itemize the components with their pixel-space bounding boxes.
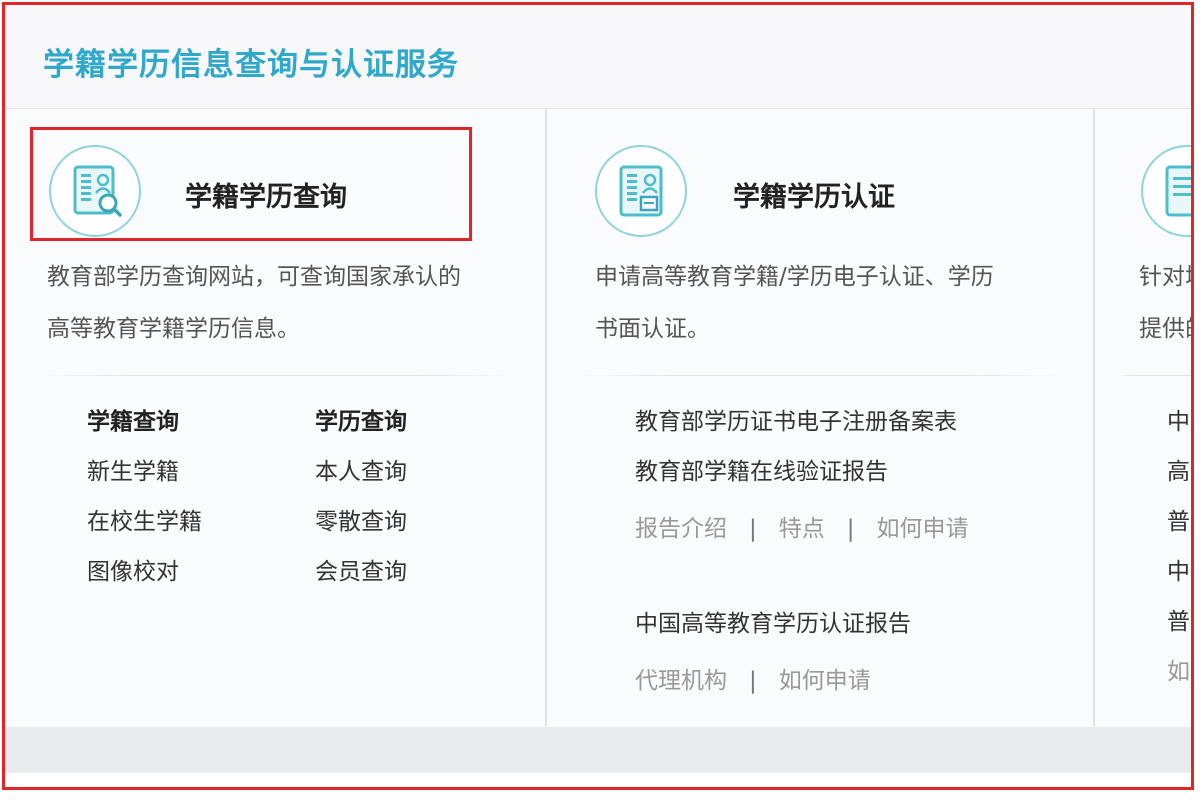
- link-single-query[interactable]: 零散查询: [315, 497, 407, 547]
- degree-query-links: 学历查询 本人查询 零散查询 会员查询: [315, 397, 407, 597]
- document-icon[interactable]: [1141, 145, 1191, 237]
- divider: [35, 375, 515, 376]
- bottom-strip: [5, 773, 1191, 787]
- link-agencies[interactable]: 代理机构: [635, 668, 727, 694]
- card-certify: 学籍学历认证 申请高等教育学籍/学历电子认证、学历 书面认证。 教育部学历证书电…: [547, 109, 1095, 729]
- link-self-query[interactable]: 本人查询: [315, 447, 407, 497]
- partial-link[interactable]: 高等: [1167, 447, 1191, 497]
- partial-link[interactable]: 普通: [1167, 497, 1191, 547]
- link-enrolled-student[interactable]: 在校生学籍: [87, 497, 202, 547]
- card-description: 教育部学历查询网站，可查询国家承认的 高等教育学籍学历信息。: [47, 251, 461, 355]
- card-partial: 针对境 提供的 中等 高等 普通 中等 普通 如何: [1095, 109, 1191, 729]
- desc-line: 书面认证。: [595, 316, 710, 342]
- separator: |: [749, 668, 757, 694]
- footer-band: [5, 727, 1191, 773]
- partial-link[interactable]: 普通: [1167, 597, 1191, 647]
- divider: [575, 375, 1065, 376]
- panel-header: 学籍学历信息查询与认证服务: [5, 5, 1191, 109]
- link-member-query[interactable]: 会员查询: [315, 547, 407, 597]
- desc-line: 申请高等教育学籍/学历电子认证、学历: [595, 264, 994, 290]
- link-registration-form[interactable]: 教育部学历证书电子注册备案表: [635, 397, 957, 447]
- divider: [1115, 375, 1191, 376]
- separator: |: [846, 516, 855, 542]
- card-query: 学籍学历查询 教育部学历查询网站，可查询国家承认的 高等教育学籍学历信息。 学籍…: [5, 109, 547, 729]
- id-card-search-icon[interactable]: [49, 145, 141, 237]
- desc-line: 教育部学历查询网站，可查询国家承认的: [47, 264, 461, 290]
- partial-links: 中等 高等 普通 中等 普通 如何: [1167, 397, 1191, 697]
- list-header-degree: 学历查询: [315, 409, 407, 435]
- partial-link[interactable]: 如何: [1167, 647, 1191, 697]
- link-image-check[interactable]: 图像校对: [87, 547, 202, 597]
- card-description: 申请高等教育学籍/学历电子认证、学历 书面认证。: [595, 251, 994, 355]
- agency-sub-links: 代理机构 | 如何申请: [635, 661, 871, 695]
- link-online-report[interactable]: 教育部学籍在线验证报告: [635, 447, 957, 497]
- link-features[interactable]: 特点: [779, 516, 825, 542]
- separator: |: [749, 516, 757, 542]
- certificate-links: 教育部学历证书电子注册备案表 教育部学籍在线验证报告: [635, 397, 957, 497]
- partial-link[interactable]: 中等: [1167, 547, 1191, 597]
- desc-line: 针对境: [1139, 264, 1191, 290]
- link-report-intro[interactable]: 报告介绍: [635, 516, 727, 542]
- student-status-links: 学籍查询 新生学籍 在校生学籍 图像校对: [87, 397, 202, 597]
- link-degree-report[interactable]: 中国高等教育学历认证报告: [635, 599, 911, 649]
- id-card-certificate-icon[interactable]: [595, 145, 687, 237]
- desc-line: 高等教育学籍学历信息。: [47, 316, 300, 342]
- link-new-student[interactable]: 新生学籍: [87, 447, 202, 497]
- list-header-status: 学籍查询: [87, 409, 179, 435]
- service-columns: 学籍学历查询 教育部学历查询网站，可查询国家承认的 高等教育学籍学历信息。 学籍…: [5, 109, 1191, 729]
- report-links: 中国高等教育学历认证报告: [635, 599, 911, 649]
- card-title-certify[interactable]: 学籍学历认证: [733, 175, 895, 214]
- page-title: 学籍学历信息查询与认证服务: [43, 47, 459, 83]
- service-panel: 学籍学历信息查询与认证服务 学籍学历查询 教育部学历查询网站，可查询国家承认的 …: [2, 2, 1194, 790]
- partial-link[interactable]: 中等: [1167, 397, 1191, 447]
- desc-line: 提供的: [1139, 316, 1191, 342]
- link-how-to-apply-2[interactable]: 如何申请: [779, 668, 871, 694]
- report-sub-links: 报告介绍 | 特点 | 如何申请: [635, 509, 969, 543]
- link-how-to-apply[interactable]: 如何申请: [877, 516, 969, 542]
- card-description: 针对境 提供的: [1139, 251, 1191, 355]
- card-title-query[interactable]: 学籍学历查询: [185, 175, 347, 214]
